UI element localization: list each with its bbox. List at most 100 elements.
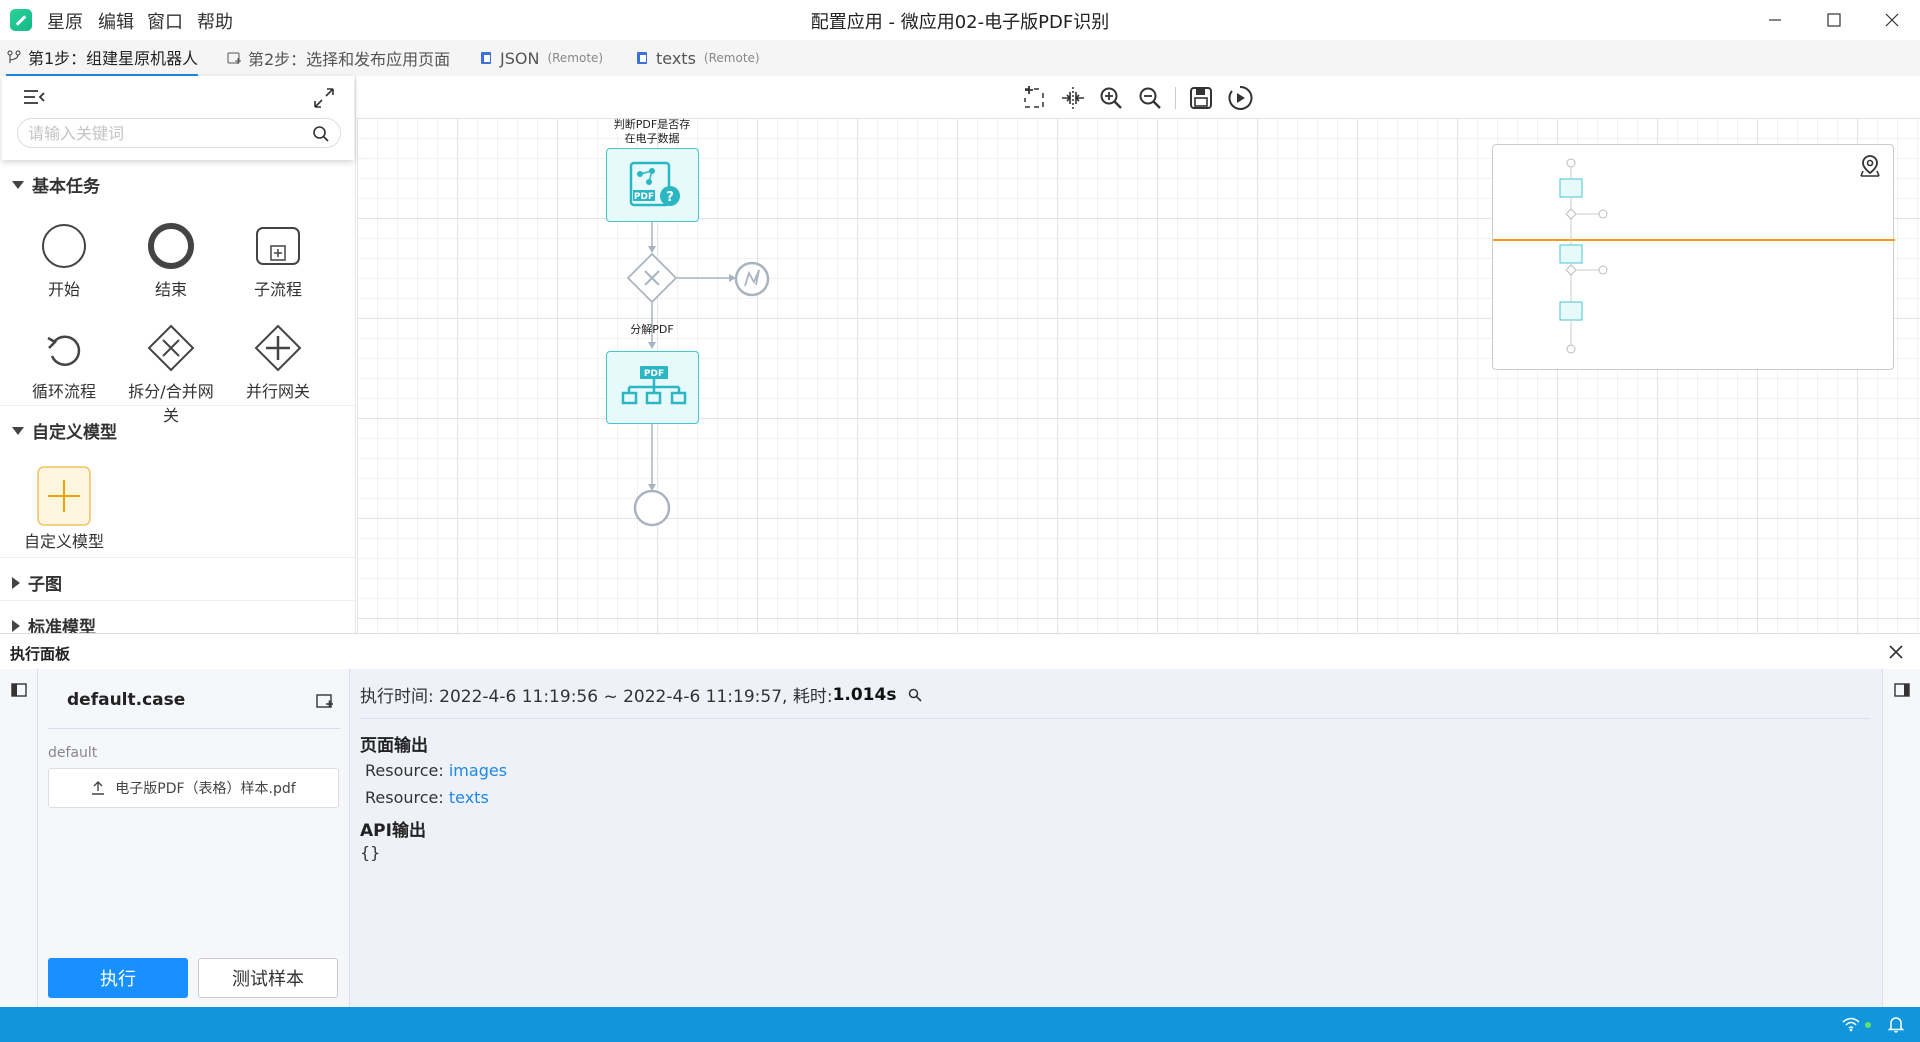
tool-parallel-gateway[interactable]: 并行网关 (228, 324, 328, 402)
loop-icon (47, 335, 81, 366)
tool-end-label: 结束 (154, 280, 187, 299)
status-bar (0, 1007, 1920, 1042)
close-icon (1885, 13, 1899, 27)
error-end-event-node[interactable] (733, 260, 771, 298)
parallel-gateway-icon (254, 324, 302, 372)
resource-link-images[interactable]: images (449, 761, 507, 780)
remote-file-icon (481, 52, 491, 64)
tool-subprocess-label: 子流程 (253, 280, 302, 299)
case-panel: default.case default 电子版PDF（表格）样本.pdf 执行… (38, 669, 350, 1007)
tab-texts-label: texts (656, 48, 696, 68)
tool-custom-model[interactable]: 自定义模型 (14, 466, 114, 552)
locate-icon[interactable] (1857, 153, 1883, 179)
case-group-label: default (48, 745, 98, 761)
end-event-icon (148, 223, 194, 269)
section-custom-title: 自定义模型 (32, 423, 117, 443)
caret-right-icon (12, 576, 20, 589)
svg-text:?: ? (666, 190, 674, 205)
search-log-icon[interactable] (908, 688, 923, 702)
minimize-button[interactable] (1755, 6, 1795, 34)
exclusive-gateway-icon (147, 324, 195, 372)
remote-file-icon (637, 52, 647, 64)
toggle-sidebar-icon[interactable] (11, 683, 27, 697)
window-title: 配置应用 - 微应用02-电子版PDF识别 (810, 12, 1110, 33)
tab-bar: 第1步：组建星原机器人 第2步：选择和发布应用页面 JSON (Remote) t… (0, 40, 1920, 76)
divider (0, 405, 355, 406)
collapse-menu-icon[interactable] (22, 87, 46, 107)
sample-file-item[interactable]: 电子版PDF（表格）样本.pdf (48, 768, 339, 808)
menu-edit[interactable]: 编辑 (98, 8, 134, 34)
divider (48, 728, 340, 729)
tool-loop[interactable]: 循环流程 (14, 324, 114, 402)
exec-right-toolbar (1882, 669, 1920, 1007)
pdf-badge-text: PDF (644, 369, 664, 379)
upload-icon (92, 781, 105, 795)
tab-step2[interactable]: 第2步：选择和发布应用页面 (226, 40, 450, 76)
toggle-right-sidebar-icon[interactable] (1894, 683, 1910, 697)
sample-file-name: 电子版PDF（表格）样本.pdf (115, 781, 296, 797)
task-node-check-pdf[interactable]: PDF ? (606, 148, 699, 222)
menu-help[interactable]: 帮助 (197, 8, 233, 34)
tab-json-label: JSON (500, 48, 540, 68)
tab-json[interactable]: JSON (Remote) (478, 40, 603, 76)
search-icon[interactable] (312, 125, 330, 143)
search-input[interactable] (28, 123, 308, 143)
node1-caption: 判断PDF是否存 在电子数据 (599, 118, 705, 146)
pdf-badge-text: PDF (634, 192, 654, 202)
subprocess-icon (256, 227, 300, 265)
tab-json-sub: (Remote) (547, 51, 604, 65)
resource-line-texts: Resource: texts (365, 788, 489, 807)
section-basic-title: 基本任务 (32, 177, 100, 197)
branch-icon (7, 50, 21, 63)
expand-icon[interactable] (312, 86, 336, 110)
flow-diagram (648, 222, 736, 491)
minimize-icon (1769, 19, 1781, 21)
section-subgraph[interactable]: 子图 (12, 570, 62, 595)
tool-start[interactable]: 开始 (14, 222, 114, 300)
exec-left-toolbar (0, 669, 38, 1007)
section-basic-tasks[interactable]: 基本任务 (12, 172, 100, 197)
node1-label-line1: 判断PDF是否存 (613, 118, 691, 131)
exec-duration: 1.014s (832, 684, 897, 705)
tool-end[interactable]: 结束 (121, 222, 221, 300)
maximize-icon (1827, 13, 1841, 27)
tool-split-merge-gateway[interactable]: 拆分/合并网关 (121, 324, 221, 426)
component-panel: 基本任务 开始 结束 子流程 循环流程 拆分/合并网关 并行网关 自定义模型 自… (0, 76, 356, 638)
section-custom-models[interactable]: 自定义模型 (12, 418, 117, 443)
maximize-button[interactable] (1814, 6, 1854, 34)
test-sample-button[interactable]: 测试样本 (198, 958, 338, 998)
divider (0, 557, 355, 558)
end-event-node[interactable] (633, 489, 671, 527)
caret-right-icon (12, 619, 20, 632)
tool-start-label: 开始 (47, 280, 80, 299)
tab-step1[interactable]: 第1步：组建星原机器人 (6, 40, 199, 76)
caret-down-icon (12, 180, 24, 189)
resource-link-texts[interactable]: texts (449, 788, 489, 807)
resource-label: Resource: (365, 788, 449, 807)
search-card (2, 76, 354, 160)
output-panel: 执行时间: 2022-4-6 11:19:56 ~ 2022-4-6 11:19… (350, 669, 1882, 1007)
case-name[interactable]: default.case (67, 690, 185, 710)
divider (360, 718, 1870, 719)
exec-panel-body: default.case default 电子版PDF（表格）样本.pdf 执行… (0, 669, 1920, 1007)
close-window-button[interactable] (1872, 6, 1912, 34)
close-panel-icon[interactable] (1888, 644, 1904, 660)
new-case-icon[interactable] (316, 693, 334, 709)
caret-down-icon (12, 426, 24, 435)
tool-subprocess[interactable]: 子流程 (228, 222, 328, 300)
run-button[interactable]: 执行 (48, 958, 188, 998)
resource-line-images: Resource: images (365, 761, 507, 780)
tab-texts[interactable]: texts (Remote) (634, 40, 760, 76)
node1-label-line2: 在电子数据 (624, 132, 680, 145)
task-node-split-pdf[interactable]: PDF (606, 351, 699, 424)
section-subgraph-title: 子图 (28, 575, 62, 595)
menu-xingyuan[interactable]: 星原 (47, 8, 83, 34)
menu-window[interactable]: 窗口 (147, 8, 183, 34)
exec-time-text: 执行时间: 2022-4-6 11:19:56 ~ 2022-4-6 11:19… (360, 687, 833, 707)
minimap[interactable] (1492, 144, 1895, 370)
flow-canvas[interactable]: 判断PDF是否存 在电子数据 PDF ? 分解PDF PDF (357, 76, 1920, 633)
notification-bell-icon[interactable] (1888, 1016, 1904, 1033)
exclusive-gateway-node[interactable] (626, 252, 678, 304)
api-output-title: API输出 (360, 821, 426, 841)
resource-label: Resource: (365, 761, 449, 780)
